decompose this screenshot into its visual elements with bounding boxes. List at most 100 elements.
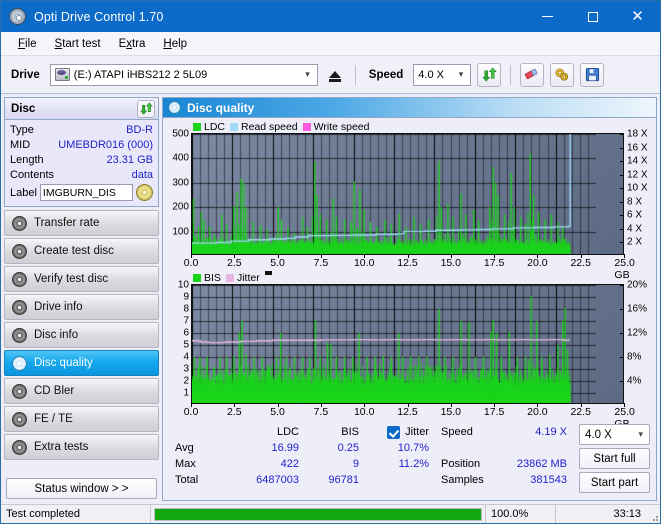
x-tick-label: 22.5	[570, 257, 591, 269]
y-tick-label: 500	[172, 128, 189, 140]
bis-y-axis-right: 4% 8% 12% 16% 20%	[620, 280, 654, 404]
x-tick-label: 20.0	[527, 406, 548, 418]
erase-button[interactable]	[520, 62, 545, 87]
jitter-checkbox[interactable]	[387, 425, 401, 439]
legend-swatch-ldc	[193, 122, 201, 131]
x-tick-mark	[364, 403, 366, 407]
refresh-icon	[482, 67, 497, 82]
stats-samples-value: 381543	[530, 474, 567, 486]
sidebar-item-transfer-rate[interactable]: Transfer rate	[4, 210, 159, 236]
start-part-button[interactable]: Start part	[579, 472, 650, 493]
legend-swatch-jitter	[225, 273, 234, 282]
x-tick-mark	[407, 254, 409, 258]
ldc-plot-area[interactable]	[191, 133, 624, 255]
y-tick-mark-right	[620, 188, 624, 190]
bis-plot-area[interactable]	[191, 284, 624, 404]
floppy-save-icon	[585, 67, 599, 82]
refresh-icon	[139, 102, 153, 115]
minimize-button[interactable]	[525, 1, 570, 32]
disc-label-input[interactable]: IMGBURN_DIS	[39, 184, 133, 201]
disc-panel-title: Disc	[11, 102, 36, 115]
disc-icon	[12, 355, 27, 371]
stats-panel: LDC BIS Jitter Avg 16.99 0.25 10.7% Max …	[163, 420, 656, 495]
menu-help[interactable]: Help	[154, 35, 196, 53]
sidebar-item-verify-test-disc[interactable]: Verify test disc	[4, 266, 159, 292]
stats-speed-key: Speed	[441, 426, 473, 438]
y-tick-label-right: 2 X	[627, 236, 643, 248]
y-tick-label-right: 6 X	[627, 209, 643, 221]
status-window-button[interactable]: Status window > >	[6, 478, 157, 499]
disc-row-contents: Contents data	[10, 167, 153, 182]
settings-button[interactable]	[550, 62, 575, 87]
menu-file[interactable]: File	[9, 35, 46, 53]
cd-disc-icon[interactable]	[136, 184, 153, 201]
stats-speed-row: Speed 4.19 X	[441, 424, 573, 440]
status-text: Test completed	[1, 505, 151, 523]
y-tick-label: 200	[172, 201, 189, 213]
sidebar-item-disc-quality[interactable]: Disc quality	[4, 350, 159, 376]
status-progress-wrap	[151, 505, 486, 523]
menu-help-rest: elp	[171, 37, 188, 50]
disc-refresh-button[interactable]	[137, 99, 155, 118]
y-tick-label-right: 12 X	[627, 169, 648, 181]
x-tick-label: 22.5	[570, 406, 591, 418]
start-full-button[interactable]: Start full	[579, 448, 650, 469]
y-tick-label: 4	[183, 351, 189, 363]
drive-label: Drive	[11, 68, 40, 81]
ldc-plot-wrap: 100 200 300 400 500 2 X4 X 6 X8 X 10 X 12 X 14 X…	[165, 129, 654, 255]
stats-row-total: Total 6487003 96781	[175, 472, 437, 488]
speed-select[interactable]: 4.0 X ▾	[413, 63, 472, 86]
sidebar-nav: Transfer rate Create test disc Verify te…	[4, 210, 159, 460]
x-tick-mark	[537, 403, 539, 407]
menu-start-test[interactable]: Start test	[46, 35, 110, 53]
speed-label: Speed	[368, 68, 404, 81]
x-tick-mark	[537, 254, 539, 258]
menu-extra[interactable]: Extra	[110, 35, 155, 53]
stats-position-row: Position 23862 MB	[441, 456, 573, 472]
disc-label-row: Label IMGBURN_DIS	[10, 183, 153, 202]
disc-row-type: Type BD-R	[10, 122, 153, 137]
y-tick-label-right: 8%	[627, 351, 642, 363]
progress-bar	[154, 507, 482, 521]
x-tick-label: 20.0	[527, 257, 548, 269]
disc-icon	[12, 215, 27, 231]
sidebar-item-drive-info[interactable]: Drive info	[4, 294, 159, 320]
x-tick-mark	[277, 254, 279, 258]
resize-grip[interactable]	[646, 505, 660, 523]
legend-entry-jitter: Jitter	[225, 272, 260, 284]
x-tick-mark	[320, 254, 322, 258]
save-button[interactable]	[580, 62, 605, 87]
sidebar-item-cd-bler[interactable]: CD Bler	[4, 378, 159, 404]
legend-entry-read-speed: Read speed	[230, 121, 298, 133]
sidebar-item-label: Extra tests	[34, 441, 89, 453]
x-tick-mark	[450, 403, 452, 407]
sidebar-item-disc-info[interactable]: Disc info	[4, 322, 159, 348]
x-tick-label: 0.0	[183, 406, 199, 418]
y-tick-label: 300	[172, 177, 189, 189]
x-tick-mark	[494, 254, 496, 258]
y-tick-label-right: 20%	[627, 279, 648, 291]
test-speed-select[interactable]: 4.0 X ▾	[579, 424, 650, 445]
legend-swatch-bis	[193, 273, 201, 282]
legend-label-ldc: LDC	[204, 120, 226, 133]
sidebar-item-fe-te[interactable]: FE / TE	[4, 406, 159, 432]
ldc-x-axis: 0.0 2.5 5.0 7.5 10.0 12.5 15.0 17.5 20.0 22.5 25.0…	[165, 254, 654, 281]
maximize-button[interactable]	[570, 1, 615, 32]
sidebar-item-extra-tests[interactable]: Extra tests	[4, 434, 159, 460]
stats-row-max: Max 422 9 11.2%	[175, 456, 437, 472]
stats-col-ldc: LDC	[276, 426, 299, 438]
stats-header-row: LDC BIS Jitter	[175, 424, 437, 440]
eject-button[interactable]	[324, 64, 346, 86]
close-button[interactable]: ✕	[615, 1, 660, 32]
x-tick-mark	[364, 254, 366, 258]
disc-row-contents-key: Contents	[10, 168, 55, 181]
sidebar-item-create-test-disc[interactable]: Create test disc	[4, 238, 159, 264]
sidebar-item-label: Disc quality	[34, 357, 93, 369]
refresh-button[interactable]	[477, 62, 502, 87]
y-tick-label: 6	[183, 327, 189, 339]
bis-x-axis: 0.0 2.5 5.0 7.5 10.0 12.5 15.0 17.5 20.0 22.5 25.0…	[165, 403, 654, 430]
y-tick-label: 5	[183, 339, 189, 351]
y-tick-mark-right	[620, 174, 624, 176]
stats-speed-value: 4.19 X	[535, 426, 567, 438]
drive-select[interactable]: (E:) ATAPI iHBS212 2 5L09 ▾	[49, 63, 318, 86]
